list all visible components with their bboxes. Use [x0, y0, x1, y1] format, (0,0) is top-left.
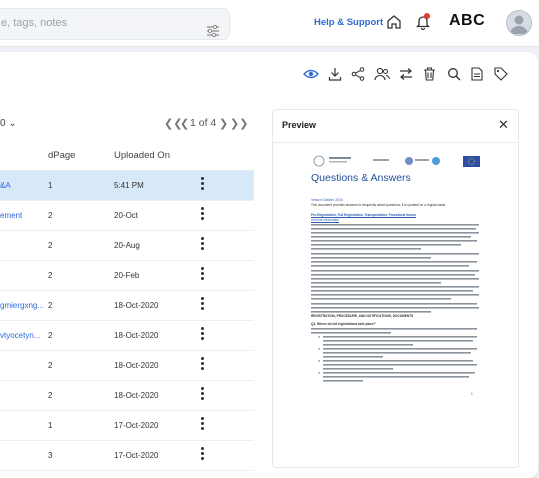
document-section-heading: Pre-Registration, Full Registration, Tra…: [311, 213, 417, 217]
row-document-name[interactable]: vtyocetyn...: [0, 331, 40, 340]
eye-icon[interactable]: [303, 67, 319, 81]
search-icon[interactable]: [447, 67, 461, 81]
more-options-icon[interactable]: [201, 447, 205, 462]
document-intro: This document provides answers to freque…: [311, 203, 447, 207]
users-icon[interactable]: [374, 67, 390, 81]
more-options-icon[interactable]: [201, 417, 205, 432]
row-uploaded-on: 20-Aug: [114, 241, 140, 250]
table-row[interactable]: &A 1 5:41 PM: [0, 171, 254, 201]
document-icon[interactable]: [471, 67, 483, 81]
table-row[interactable]: 1 17-Oct-2020: [0, 411, 254, 441]
document-title: Questions & Answers: [311, 172, 411, 184]
row-uploaded-on: 17-Oct-2020: [114, 421, 159, 430]
table-row[interactable]: 2 20-Feb: [0, 261, 254, 291]
row-uploaded-on: 17-Oct-2020: [114, 451, 159, 460]
document-answer-lines: [311, 328, 477, 382]
row-uploaded-on: 18-Oct-2020: [114, 331, 159, 340]
document-registration-heading: REGISTRATION, PROCEDURE, AND NOTIFICATIO…: [311, 314, 414, 318]
document-version: Version October, 2016: [311, 198, 343, 202]
row-page: 2: [48, 241, 53, 250]
table-row[interactable]: 2 18-Oct-2020: [0, 381, 254, 411]
tag-icon[interactable]: [494, 67, 508, 81]
row-document-name[interactable]: gmiergxng...: [0, 301, 44, 310]
row-uploaded-on: 5:41 PM: [114, 181, 144, 190]
row-document-name[interactable]: ement: [0, 211, 22, 220]
table-row[interactable]: 2 18-Oct-2020: [0, 351, 254, 381]
row-page: 1: [48, 181, 53, 190]
next-page-icon[interactable]: ❯: [219, 117, 228, 130]
document-logos: [313, 155, 480, 167]
rows-per-page-select[interactable]: 0 ⌄: [0, 118, 17, 129]
column-header-page[interactable]: dPage: [48, 150, 75, 161]
preview-divider: [273, 142, 518, 143]
row-document-name[interactable]: &A: [0, 181, 11, 190]
more-options-icon[interactable]: [201, 177, 205, 192]
notification-badge: [424, 13, 430, 19]
more-options-icon[interactable]: [201, 357, 205, 372]
help-support-link[interactable]: Help & Support: [314, 17, 383, 28]
more-options-icon[interactable]: [201, 327, 205, 342]
preview-panel: Preview ✕ Questions & Answers Version Oc…: [272, 109, 519, 468]
share-icon[interactable]: [351, 67, 365, 81]
document-subheading: General information: [311, 218, 339, 222]
row-page: 3: [48, 451, 53, 460]
download-icon[interactable]: [328, 67, 342, 81]
table-row[interactable]: vtyocetyn... 2 18-Oct-2020: [0, 321, 254, 351]
prev-page-icon[interactable]: ❮: [180, 117, 189, 130]
row-page: 2: [48, 391, 53, 400]
row-page: 2: [48, 271, 53, 280]
document-preview[interactable]: Questions & Answers Version October, 201…: [311, 154, 483, 396]
row-uploaded-on: 20-Oct: [114, 211, 139, 220]
more-options-icon[interactable]: [201, 297, 205, 312]
row-page: 2: [48, 361, 53, 370]
pagination-label: 1 of 4: [190, 117, 217, 129]
row-page: 1: [48, 421, 53, 430]
last-page-icon[interactable]: ❯❯: [230, 117, 248, 130]
row-uploaded-on: 18-Oct-2020: [114, 301, 159, 310]
row-uploaded-on: 20-Feb: [114, 271, 140, 280]
row-uploaded-on: 18-Oct-2020: [114, 391, 159, 400]
document-page-number: 1: [471, 392, 473, 396]
filter-sliders-icon[interactable]: [206, 24, 220, 38]
more-options-icon[interactable]: [201, 207, 205, 222]
row-page: 2: [48, 331, 53, 340]
avatar[interactable]: [506, 10, 532, 36]
more-options-icon[interactable]: [201, 267, 205, 282]
table-row[interactable]: ement 2 20-Oct: [0, 201, 254, 231]
row-uploaded-on: 18-Oct-2020: [114, 361, 159, 370]
table-row[interactable]: 3 17-Oct-2020: [0, 441, 254, 471]
column-header-uploaded[interactable]: Uploaded On: [114, 150, 170, 161]
table-row[interactable]: 2 20-Aug: [0, 231, 254, 261]
home-icon[interactable]: [386, 14, 402, 30]
more-options-icon[interactable]: [201, 237, 205, 252]
row-page: 2: [48, 301, 53, 310]
preview-title: Preview: [282, 120, 317, 130]
more-options-icon[interactable]: [201, 387, 205, 402]
search-placeholder: e, tags, notes: [1, 17, 68, 29]
document-question: Q1. Where do full registrations take pla…: [311, 322, 376, 326]
transfer-icon[interactable]: [399, 67, 413, 81]
search-input[interactable]: e, tags, notes: [0, 8, 230, 40]
row-page: 2: [48, 211, 53, 220]
brand-logo: ABC: [449, 12, 486, 29]
top-bar: e, tags, notes Help & Support ABC: [0, 0, 539, 47]
close-icon[interactable]: ✕: [498, 117, 509, 133]
table-row[interactable]: gmiergxng... 2 18-Oct-2020: [0, 291, 254, 321]
trash-icon[interactable]: [423, 67, 436, 81]
user-avatar-icon: [510, 15, 528, 34]
